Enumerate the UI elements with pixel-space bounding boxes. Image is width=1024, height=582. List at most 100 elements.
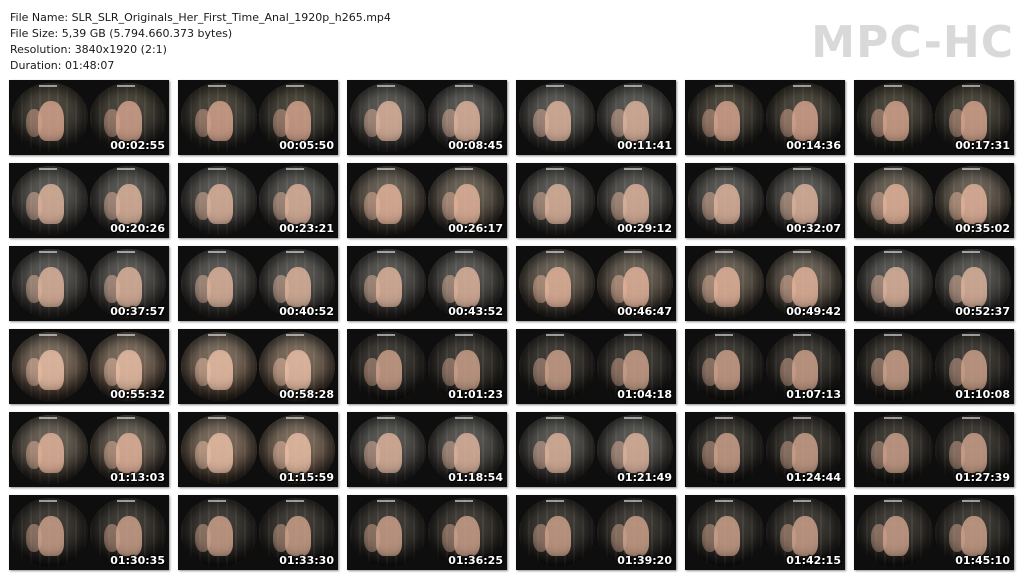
- thumbnail: 01:42:15: [685, 495, 845, 570]
- lens-vignette: [857, 83, 933, 152]
- file-name-label: File Name:: [10, 11, 69, 24]
- vr-eye-left: [688, 332, 764, 401]
- lens-vignette: [350, 249, 426, 318]
- file-size-value: 5,39 GB (5.794.660.373 bytes): [61, 27, 233, 40]
- resolution-line: Resolution: 3840x1920 (2:1): [10, 42, 391, 58]
- lens-vignette: [181, 83, 257, 152]
- thumbnail: 00:40:52: [178, 246, 338, 321]
- watermark-mark: [208, 334, 226, 336]
- watermark-mark: [546, 85, 564, 87]
- watermark-mark: [117, 168, 135, 170]
- thumbnail-timestamp: 01:13:03: [110, 471, 165, 484]
- vr-eye-left: [350, 166, 426, 235]
- watermark-mark: [884, 85, 902, 87]
- resolution-label: Resolution:: [10, 43, 72, 56]
- vr-eye-left: [688, 415, 764, 484]
- watermark-mark: [117, 334, 135, 336]
- thumbnail-timestamp: 00:49:42: [786, 305, 841, 318]
- thumbnail: 01:45:10: [854, 495, 1014, 570]
- thumbnail: 00:46:47: [516, 246, 676, 321]
- vr-eye-left: [857, 249, 933, 318]
- lens-vignette: [181, 415, 257, 484]
- thumbnail-timestamp: 00:43:52: [448, 305, 503, 318]
- thumbnail-timestamp: 00:08:45: [448, 139, 503, 152]
- watermark-mark: [286, 168, 304, 170]
- lens-vignette: [519, 83, 595, 152]
- lens-vignette: [181, 332, 257, 401]
- thumbnail-timestamp: 01:07:13: [786, 388, 841, 401]
- vr-eye-left: [857, 332, 933, 401]
- watermark-mark: [624, 500, 642, 502]
- watermark-mark: [715, 500, 733, 502]
- thumbnail-timestamp: 01:27:39: [955, 471, 1010, 484]
- watermark-mark: [39, 417, 57, 419]
- watermark-mark: [546, 168, 564, 170]
- thumbnail: 01:07:13: [685, 329, 845, 404]
- watermark-mark: [546, 417, 564, 419]
- vr-eye-left: [519, 83, 595, 152]
- lens-vignette: [519, 249, 595, 318]
- watermark-mark: [884, 417, 902, 419]
- lens-vignette: [857, 332, 933, 401]
- watermark-mark: [715, 251, 733, 253]
- thumbnail: 00:02:55: [9, 80, 169, 155]
- watermark-mark: [117, 85, 135, 87]
- watermark-mark: [884, 251, 902, 253]
- lens-vignette: [688, 332, 764, 401]
- lens-vignette: [12, 498, 88, 567]
- watermark-mark: [117, 251, 135, 253]
- thumbnail: 00:14:36: [685, 80, 845, 155]
- vr-eye-left: [688, 498, 764, 567]
- thumbnail: 01:27:39: [854, 412, 1014, 487]
- lens-vignette: [350, 166, 426, 235]
- watermark-mark: [377, 251, 395, 253]
- lens-vignette: [688, 415, 764, 484]
- watermark-mark: [455, 168, 473, 170]
- watermark-mark: [455, 251, 473, 253]
- vr-eye-left: [519, 166, 595, 235]
- vr-eye-left: [181, 166, 257, 235]
- vr-eye-left: [688, 83, 764, 152]
- thumbnail: 01:01:23: [347, 329, 507, 404]
- watermark-mark: [624, 251, 642, 253]
- watermark-mark: [546, 251, 564, 253]
- file-size-line: File Size: 5,39 GB (5.794.660.373 bytes): [10, 26, 391, 42]
- vr-eye-left: [857, 498, 933, 567]
- watermark-mark: [208, 417, 226, 419]
- watermark-mark: [624, 168, 642, 170]
- thumbnail-timestamp: 01:30:35: [110, 554, 165, 567]
- lens-vignette: [12, 332, 88, 401]
- lens-vignette: [519, 166, 595, 235]
- watermark-mark: [793, 334, 811, 336]
- vr-eye-left: [519, 498, 595, 567]
- thumbnail: 01:33:30: [178, 495, 338, 570]
- watermark-mark: [455, 417, 473, 419]
- thumbnail: 01:30:35: [9, 495, 169, 570]
- watermark-mark: [715, 168, 733, 170]
- lens-vignette: [857, 166, 933, 235]
- duration-value: 01:48:07: [64, 59, 115, 72]
- lens-vignette: [12, 83, 88, 152]
- vr-eye-left: [350, 498, 426, 567]
- thumbnail: 00:29:12: [516, 163, 676, 238]
- thumbnail-timestamp: 01:39:20: [617, 554, 672, 567]
- watermark-mark: [286, 417, 304, 419]
- vr-eye-left: [519, 332, 595, 401]
- watermark-mark: [377, 500, 395, 502]
- app-logo: MPC-HC: [811, 17, 1014, 68]
- vr-eye-left: [12, 498, 88, 567]
- watermark-mark: [546, 500, 564, 502]
- thumbnail-timestamp: 00:32:07: [786, 222, 841, 235]
- watermark-mark: [624, 85, 642, 87]
- thumbnail: 00:43:52: [347, 246, 507, 321]
- watermark-mark: [793, 417, 811, 419]
- thumbnail-timestamp: 01:04:18: [617, 388, 672, 401]
- thumbnail-sheet: File Name: SLR_SLR_Originals_Her_First_T…: [0, 0, 1024, 582]
- thumbnail-timestamp: 00:40:52: [279, 305, 334, 318]
- thumbnail: 00:32:07: [685, 163, 845, 238]
- watermark-mark: [39, 500, 57, 502]
- lens-vignette: [181, 166, 257, 235]
- thumbnail-timestamp: 01:42:15: [786, 554, 841, 567]
- thumbnail-timestamp: 01:33:30: [279, 554, 334, 567]
- watermark-mark: [546, 334, 564, 336]
